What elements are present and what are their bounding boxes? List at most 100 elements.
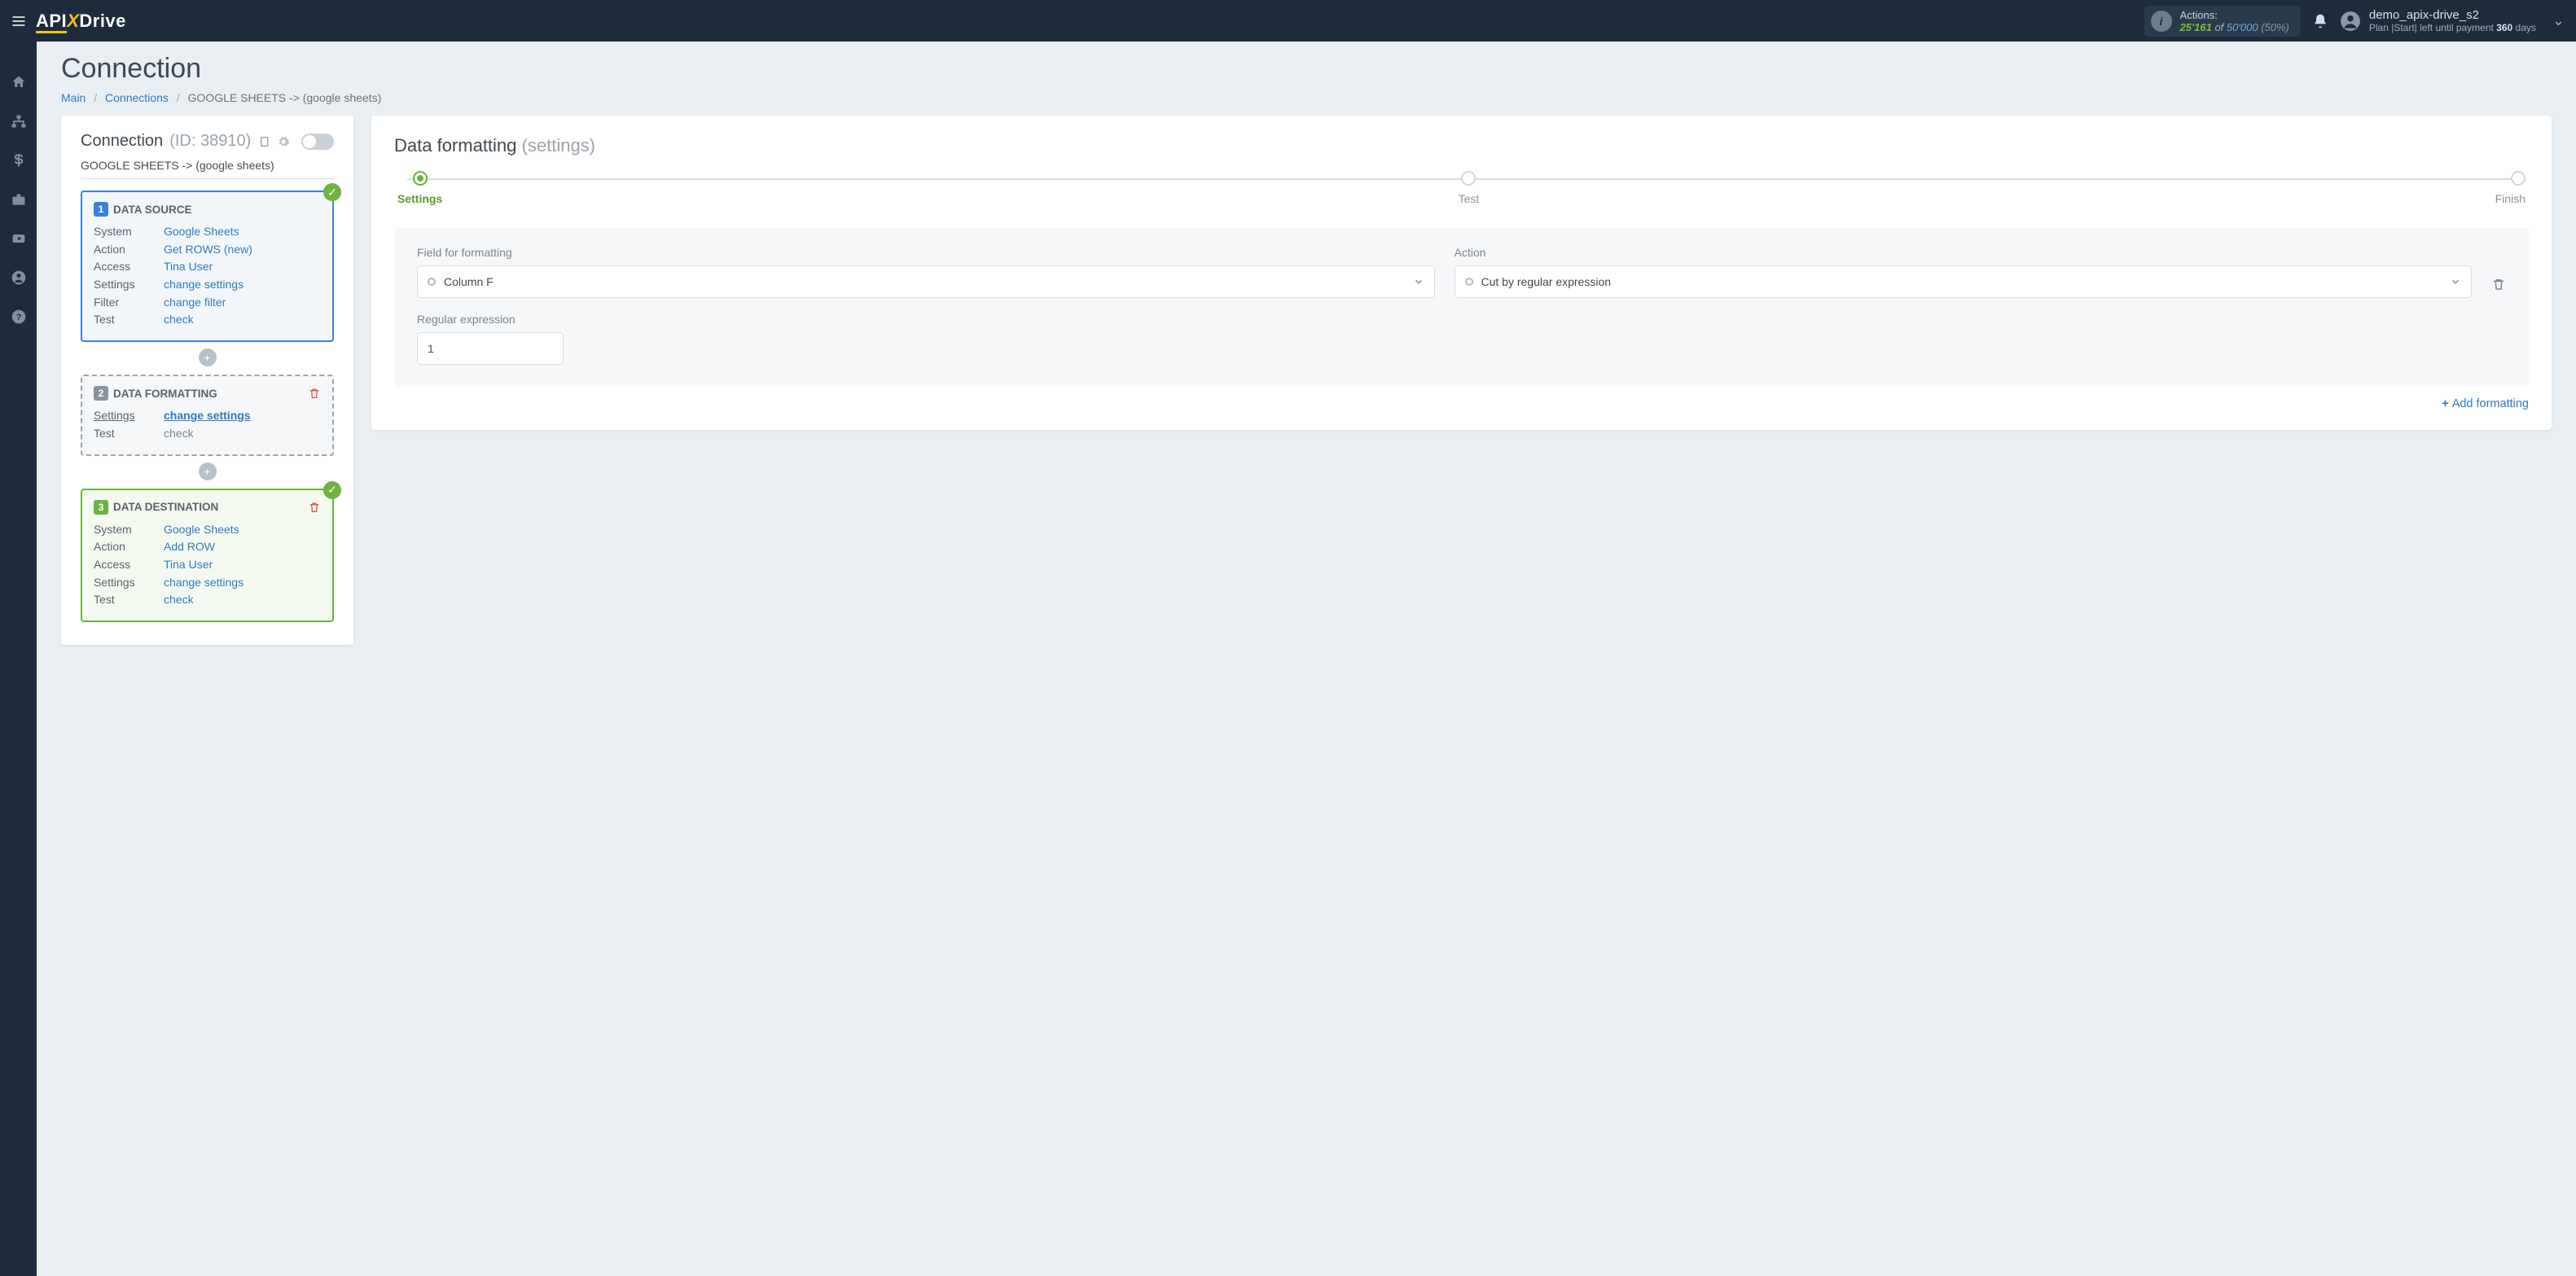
- panel-title: Data formatting: [394, 135, 516, 156]
- data-source-block: ✓ 1DATA SOURCE SystemGoogle SheetsAction…: [81, 191, 334, 342]
- logo[interactable]: APIXDrive: [36, 11, 126, 32]
- user-menu[interactable]: demo_apix-drive_s2 Plan |Start| left unt…: [2340, 8, 2565, 33]
- kv-row: Settingschange settings: [94, 574, 321, 592]
- radio-icon: [428, 278, 436, 286]
- data-formatting-block: 2DATA FORMATTING Settingschange settings…: [81, 375, 334, 455]
- step-settings[interactable]: Settings: [397, 171, 442, 205]
- notifications-button[interactable]: [2312, 13, 2328, 29]
- kv-key: Test: [94, 591, 164, 609]
- copy-icon[interactable]: [257, 135, 270, 148]
- kv-row: ActionAdd ROW: [94, 538, 321, 556]
- add-between-button-2[interactable]: +: [199, 463, 217, 480]
- sitemap-icon[interactable]: [11, 113, 27, 129]
- kv-link[interactable]: check: [164, 313, 194, 326]
- crumb-connections[interactable]: Connections: [105, 91, 169, 104]
- actions-label: Actions:: [2180, 9, 2289, 21]
- connection-title: Connection: [81, 132, 163, 151]
- actions-pct: (50%): [2261, 21, 2289, 33]
- hamburger-button[interactable]: [7, 9, 31, 33]
- kv-key: Filter: [94, 294, 164, 312]
- svg-text:?: ?: [15, 313, 21, 322]
- help-icon[interactable]: ?: [11, 309, 27, 325]
- kv-row: AccessTina User: [94, 258, 321, 276]
- regex-input[interactable]: [417, 332, 564, 365]
- kv-link[interactable]: check: [164, 593, 194, 606]
- kv-link[interactable]: Google Sheets: [164, 523, 239, 536]
- home-icon[interactable]: [11, 74, 27, 90]
- formatting-form: Field for formatting Column F Action: [394, 228, 2529, 386]
- connection-path: GOOGLE SHEETS -> (google sheets): [81, 159, 334, 179]
- stepper: Settings Test Finish: [397, 171, 2526, 205]
- kv-link[interactable]: Add ROW: [164, 540, 215, 553]
- connection-toggle[interactable]: [301, 134, 334, 150]
- kv-row: ActionGet ROWS (new): [94, 241, 321, 259]
- check-icon: ✓: [323, 183, 341, 201]
- plan-info: Plan |Start| left until payment 360 days: [2369, 22, 2536, 33]
- field-select[interactable]: Column F: [417, 265, 1435, 298]
- actions-used: 25'161: [2180, 21, 2212, 33]
- kv-link[interactable]: Tina User: [164, 260, 213, 273]
- bell-icon: [2312, 13, 2328, 29]
- kv-row: Testcheck: [94, 311, 321, 329]
- kv-key: Settings: [94, 276, 164, 294]
- youtube-icon[interactable]: [11, 230, 27, 247]
- crumb-main[interactable]: Main: [61, 91, 86, 104]
- kv-link[interactable]: change settings: [164, 409, 251, 422]
- kv-key: Access: [94, 258, 164, 276]
- kv-row: Testcheck: [94, 425, 321, 443]
- step-finish[interactable]: Finish: [2495, 171, 2526, 205]
- kv-key: Settings: [94, 407, 164, 425]
- kv-link[interactable]: Get ROWS (new): [164, 243, 252, 256]
- connection-id: (ID: 38910): [169, 132, 251, 151]
- connection-card: Connection (ID: 38910) GOOGLE SHEETS -> …: [61, 116, 353, 645]
- kv-link[interactable]: change filter: [164, 296, 226, 309]
- account-icon[interactable]: [11, 270, 27, 286]
- kv-link[interactable]: Google Sheets: [164, 225, 239, 238]
- actions-total: 50'000: [2227, 21, 2258, 33]
- kv-key: Test: [94, 311, 164, 329]
- kv-row: Settingschange settings: [94, 407, 321, 425]
- kv-key: Access: [94, 556, 164, 574]
- breadcrumb: Main / Connections / GOOGLE SHEETS -> (g…: [61, 91, 2552, 104]
- page-title: Connection: [61, 53, 2552, 85]
- step-test[interactable]: Test: [1459, 171, 1480, 205]
- avatar: [2340, 11, 2361, 32]
- kv-key: Settings: [94, 574, 164, 592]
- chevron-down-icon: [2450, 276, 2461, 287]
- regex-label: Regular expression: [417, 313, 2506, 326]
- add-between-button[interactable]: +: [199, 349, 217, 366]
- kv-key: Action: [94, 538, 164, 556]
- user-icon: [2340, 11, 2361, 32]
- chevron-down-icon[interactable]: ⌄: [2552, 12, 2565, 29]
- info-icon: i: [2151, 11, 2172, 32]
- kv-value: check: [164, 427, 194, 440]
- gear-icon[interactable]: [277, 135, 290, 148]
- briefcase-icon[interactable]: [11, 191, 27, 208]
- data-destination-block: ✓ 3DATA DESTINATION SystemGoogle SheetsA…: [81, 489, 334, 622]
- kv-key: Action: [94, 241, 164, 259]
- topbar: APIXDrive i Actions: 25'161 of 50'000 (5…: [0, 0, 2576, 42]
- panel-subtitle: (settings): [522, 135, 595, 156]
- check-icon: ✓: [323, 481, 341, 499]
- data-formatting-panel: Data formatting (settings) Settings Test…: [371, 116, 2552, 430]
- delete-row-icon[interactable]: [2491, 277, 2506, 292]
- field-for-formatting-label: Field for formatting: [417, 246, 1435, 259]
- kv-link[interactable]: change settings: [164, 278, 244, 291]
- actions-counter[interactable]: i Actions: 25'161 of 50'000 (50%): [2144, 6, 2301, 37]
- kv-key: Test: [94, 425, 164, 443]
- kv-row: SystemGoogle Sheets: [94, 521, 321, 539]
- kv-link[interactable]: Tina User: [164, 558, 213, 571]
- radio-icon: [1465, 278, 1473, 286]
- kv-link[interactable]: change settings: [164, 576, 244, 589]
- trash-icon[interactable]: [308, 387, 321, 400]
- kv-row: Settingschange settings: [94, 276, 321, 294]
- chevron-down-icon: [1413, 276, 1424, 287]
- dollar-icon[interactable]: [11, 152, 27, 169]
- add-formatting-link[interactable]: +Add formatting: [394, 397, 2529, 410]
- trash-icon[interactable]: [308, 501, 321, 514]
- menu-icon: [11, 13, 27, 29]
- action-select[interactable]: Cut by regular expression: [1455, 265, 2473, 298]
- kv-key: System: [94, 223, 164, 241]
- kv-row: Filterchange filter: [94, 294, 321, 312]
- side-nav: ?: [0, 42, 37, 1276]
